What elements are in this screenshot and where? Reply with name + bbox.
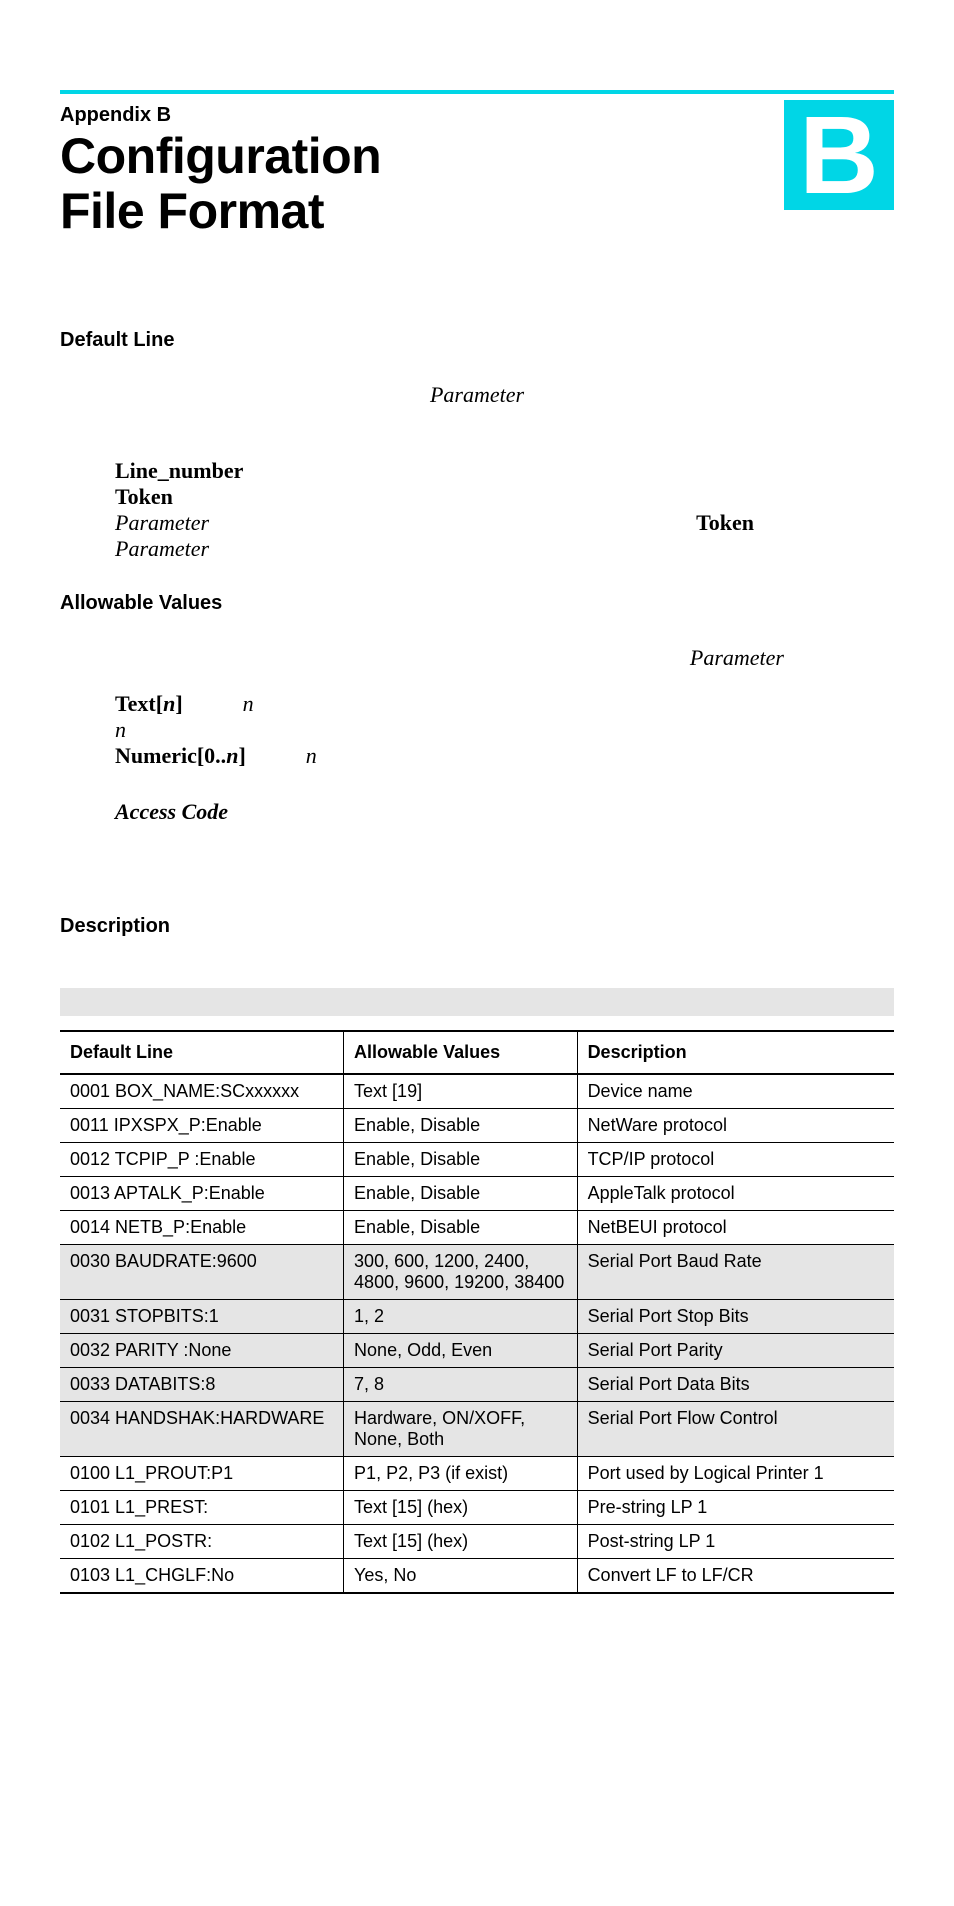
table-cell: Convert LF to LF/CR (577, 1559, 894, 1594)
appendix-letter-badge: B (784, 100, 894, 210)
page-title: Configuration File Format (60, 129, 381, 239)
table-cell: Port used by Logical Printer 1 (577, 1457, 894, 1491)
table-cell: 0013 APTALK_P:Enable (60, 1177, 344, 1211)
table-cell: P1, P2, P3 (if exist) (344, 1457, 578, 1491)
table-cell: Enable, Disable (344, 1211, 578, 1245)
table-cell: Post-string LP 1 (577, 1525, 894, 1559)
access-code: Access Code (115, 799, 894, 825)
appendix-label: Appendix B (60, 104, 381, 127)
term-line-number: Line_number (115, 458, 243, 484)
table-cell: 0101 L1_PREST: (60, 1491, 344, 1525)
table-row: 0032 PARITY :NoneNone, Odd, EvenSerial P… (60, 1334, 894, 1368)
table-cell: Enable, Disable (344, 1143, 578, 1177)
table-cell: None, Odd, Even (344, 1334, 578, 1368)
table-cell: Yes, No (344, 1559, 578, 1594)
header: Appendix B Configuration File Format B (60, 104, 894, 239)
numeric-row: Numeric[0..n]n (115, 743, 894, 769)
text-n-note: n (243, 691, 254, 716)
table-row: 0102 L1_POSTR:Text [15] (hex)Post-string… (60, 1525, 894, 1559)
grey-bar (60, 988, 894, 1016)
table-cell: 0032 PARITY :None (60, 1334, 344, 1368)
table-cell: 0103 L1_CHGLF:No (60, 1559, 344, 1594)
term-parameter-1: Parameter (115, 510, 209, 536)
table-cell: Enable, Disable (344, 1109, 578, 1143)
table-row: 0013 APTALK_P:EnableEnable, DisableApple… (60, 1177, 894, 1211)
page: Appendix B Configuration File Format B D… (0, 0, 954, 1654)
numeric-pre: Numeric[0.. (115, 743, 226, 768)
table-row: 0031 STOPBITS:11, 2Serial Port Stop Bits (60, 1300, 894, 1334)
table-cell: Text [15] (hex) (344, 1491, 578, 1525)
table-cell: Serial Port Data Bits (577, 1368, 894, 1402)
table-cell: 0011 IPXSPX_P:Enable (60, 1109, 344, 1143)
text-n-pre: Text[ (115, 691, 163, 716)
table-cell: 0031 STOPBITS:1 (60, 1300, 344, 1334)
table-cell: 0030 BAUDRATE:9600 (60, 1245, 344, 1300)
table-row: 0100 L1_PROUT:P1P1, P2, P3 (if exist)Por… (60, 1457, 894, 1491)
table-cell: 0100 L1_PROUT:P1 (60, 1457, 344, 1491)
table-row: 0033 DATABITS:87, 8Serial Port Data Bits (60, 1368, 894, 1402)
table-cell: Pre-string LP 1 (577, 1491, 894, 1525)
table-cell: Device name (577, 1074, 894, 1109)
table-cell: 300, 600, 1200, 2400, 4800, 9600, 19200,… (344, 1245, 578, 1300)
table-cell: Serial Port Flow Control (577, 1402, 894, 1457)
title-line-2: File Format (60, 183, 324, 239)
term-parameter-right: Parameter (690, 645, 894, 671)
description-heading: Description (60, 915, 894, 938)
table-cell: 1, 2 (344, 1300, 578, 1334)
table-row: 0030 BAUDRATE:9600300, 600, 1200, 2400, … (60, 1245, 894, 1300)
table-cell: Enable, Disable (344, 1177, 578, 1211)
table-cell: 0014 NETB_P:Enable (60, 1211, 344, 1245)
table-cell: 0102 L1_POSTR: (60, 1525, 344, 1559)
table-cell: NetWare protocol (577, 1109, 894, 1143)
numeric-post: ] (238, 743, 245, 768)
table-cell: 0012 TCPIP_P :Enable (60, 1143, 344, 1177)
table-row: 0103 L1_CHGLF:NoYes, NoConvert LF to LF/… (60, 1559, 894, 1594)
table-cell: 0034 HANDSHAK:HARDWARE (60, 1402, 344, 1457)
table-cell: AppleTalk protocol (577, 1177, 894, 1211)
text-n-post: ] (175, 691, 182, 716)
table-row: 0034 HANDSHAK:HARDWAREHardware, ON/XOFF,… (60, 1402, 894, 1457)
table-cell: Text [15] (hex) (344, 1525, 578, 1559)
table-cell: Hardware, ON/XOFF, None, Both (344, 1402, 578, 1457)
numeric-note: n (306, 743, 317, 768)
th-allowable-values: Allowable Values (344, 1031, 578, 1074)
text-n-var: n (163, 691, 175, 716)
table-row: 0011 IPXSPX_P:EnableEnable, DisableNetWa… (60, 1109, 894, 1143)
n-solo: n (115, 717, 126, 742)
table-cell: 0001 BOX_NAME:SCxxxxxx (60, 1074, 344, 1109)
table-row: 0101 L1_PREST:Text [15] (hex)Pre-string … (60, 1491, 894, 1525)
table-cell: Serial Port Parity (577, 1334, 894, 1368)
th-description: Description (577, 1031, 894, 1074)
allowable-values-heading: Allowable Values (60, 592, 894, 615)
table-cell: Text [19] (344, 1074, 578, 1109)
table-cell: 7, 8 (344, 1368, 578, 1402)
table-cell: NetBEUI protocol (577, 1211, 894, 1245)
right-parameter-row: Parameter (60, 645, 894, 671)
table-cell: Serial Port Stop Bits (577, 1300, 894, 1334)
table-header-row: Default Line Allowable Values Descriptio… (60, 1031, 894, 1074)
table-row: 0014 NETB_P:EnableEnable, DisableNetBEUI… (60, 1211, 894, 1245)
title-line-1: Configuration (60, 128, 381, 184)
term-token-right: Token (696, 510, 894, 536)
table-cell: Serial Port Baud Rate (577, 1245, 894, 1300)
allowable-block: Text[n]n n Numeric[0..n]n (115, 691, 894, 769)
th-default-line: Default Line (60, 1031, 344, 1074)
title-block: Appendix B Configuration File Format (60, 104, 381, 239)
default-line-heading: Default Line (60, 329, 894, 352)
parameter-centered: Parameter (60, 382, 894, 408)
table-cell: TCP/IP protocol (577, 1143, 894, 1177)
table-row: 0012 TCPIP_P :EnableEnable, DisableTCP/I… (60, 1143, 894, 1177)
table-row: 0001 BOX_NAME:SCxxxxxxText [19]Device na… (60, 1074, 894, 1109)
term-parameter-2: Parameter (115, 536, 209, 562)
definition-block: Line_number Token Parameter Token Parame… (115, 458, 894, 562)
n-row: n (115, 717, 894, 743)
config-table: Default Line Allowable Values Descriptio… (60, 1030, 894, 1594)
text-n-row: Text[n]n (115, 691, 894, 717)
table-cell: 0033 DATABITS:8 (60, 1368, 344, 1402)
term-token: Token (115, 484, 173, 510)
numeric-var: n (226, 743, 238, 768)
top-rule (60, 90, 894, 94)
